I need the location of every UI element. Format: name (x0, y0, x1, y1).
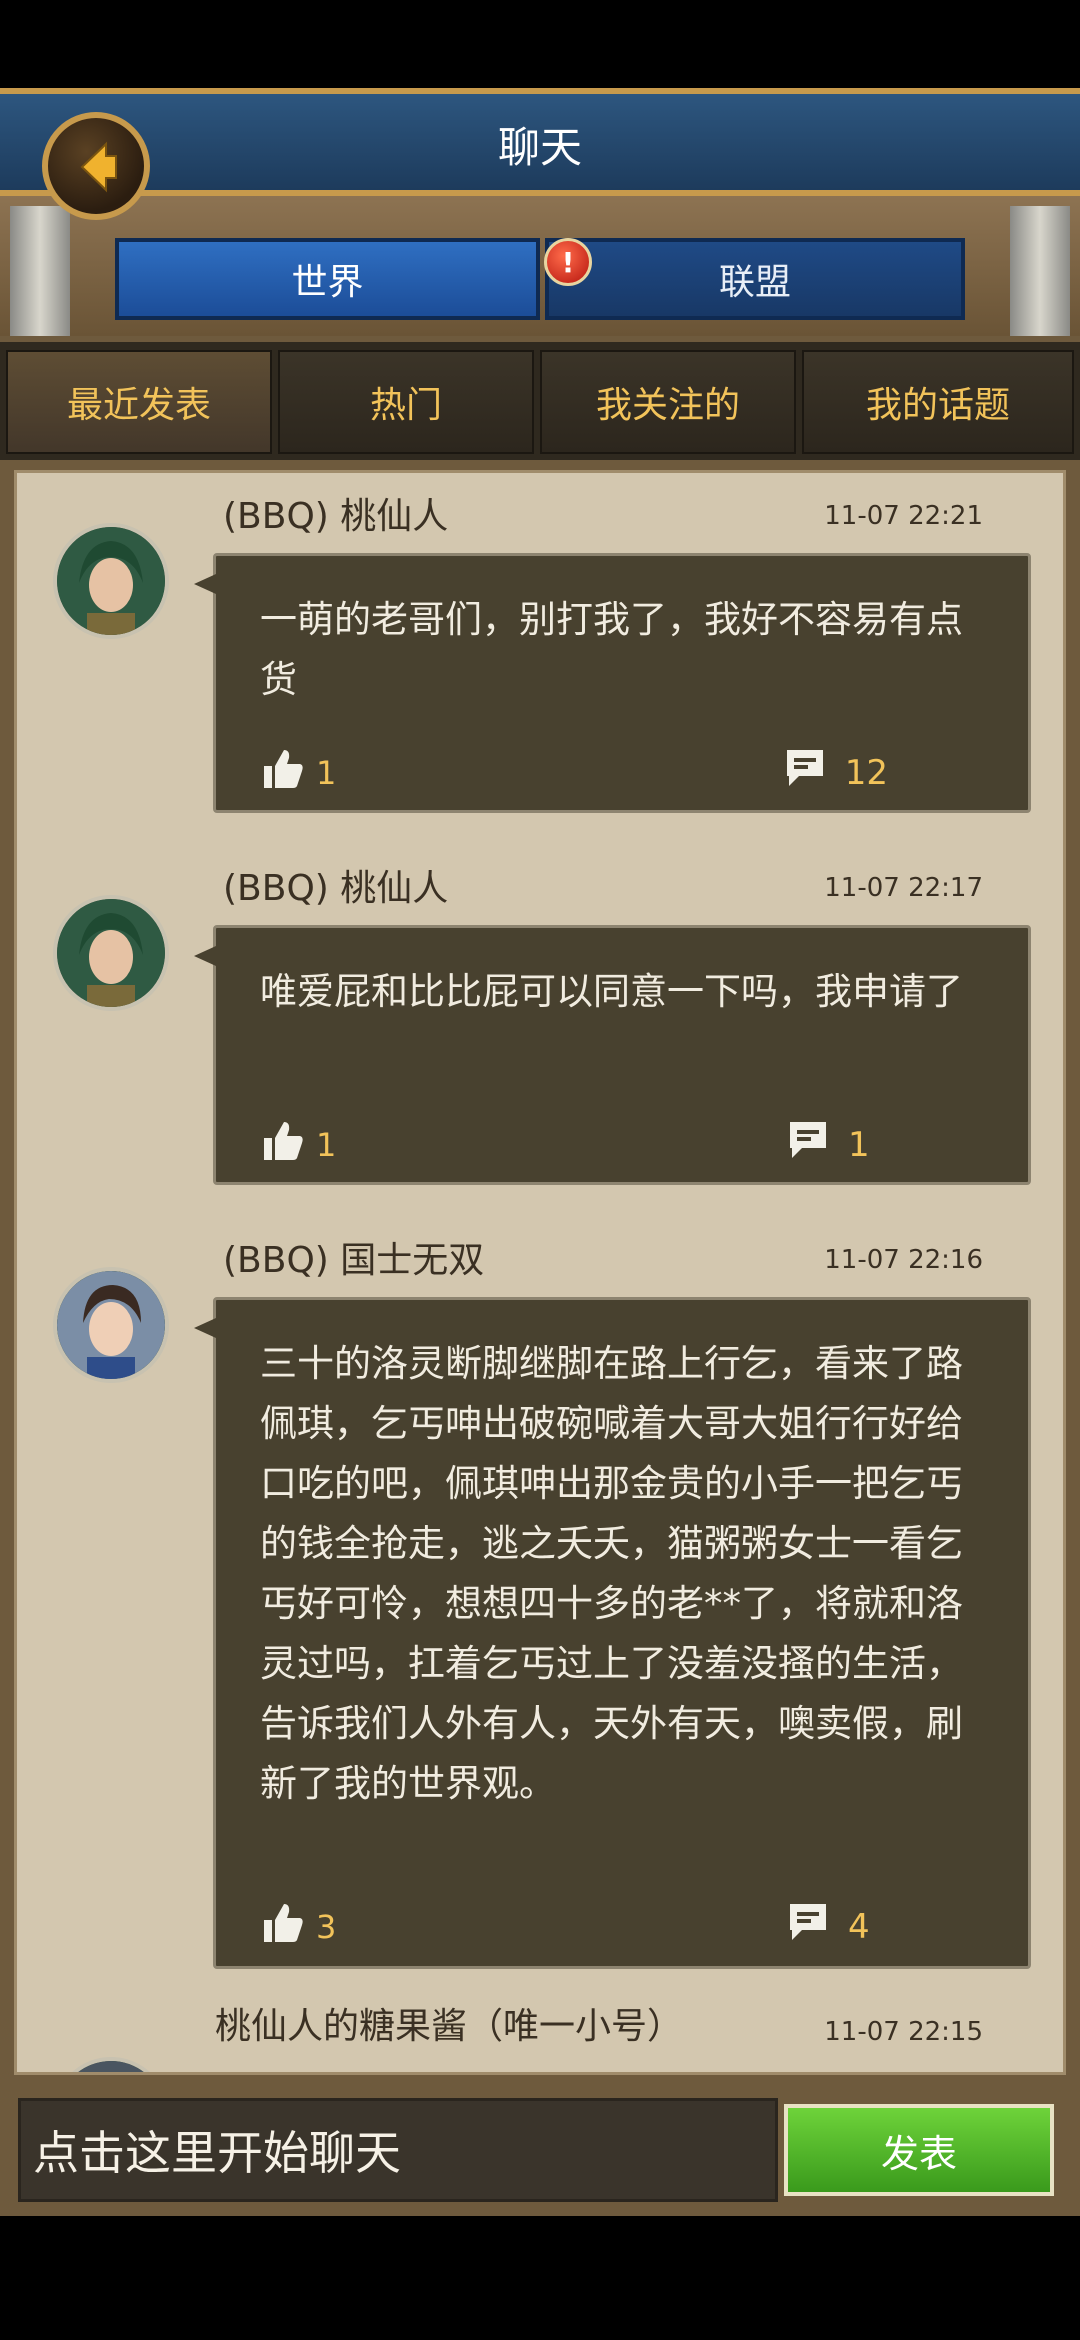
tab-hot[interactable]: 热门 (278, 350, 534, 454)
comment-count: 4 (848, 1906, 870, 1947)
like-button[interactable]: 1 (260, 1118, 336, 1172)
author-name: (BBQ) 桃仙人 (223, 868, 449, 909)
tab-my-topics[interactable]: 我的话题 (802, 350, 1074, 454)
chat-window: 聊天 世界 联盟 ! 最近发表 热门 我关注的 我的话题 (BBQ) 桃仙人 1… (0, 88, 1080, 2216)
post-time: 11-07 22:15 (824, 2017, 983, 2047)
comment-icon (786, 1900, 830, 1953)
avatar[interactable] (53, 895, 169, 1011)
comment-icon (783, 746, 827, 799)
like-count: 1 (316, 1126, 337, 1164)
comment-icon (786, 1118, 830, 1171)
header-bar: 聊天 (0, 88, 1080, 196)
author-name: 桃仙人的糖果酱（唯一小号） (215, 2006, 684, 2047)
like-count: 3 (316, 1908, 337, 1946)
send-button[interactable]: 发表 (784, 2104, 1054, 2196)
post-time: 11-07 22:21 (824, 501, 983, 531)
comment-button[interactable]: 1 (786, 1118, 888, 1171)
author-name: (BBQ) 桃仙人 (223, 496, 449, 537)
thumbs-up-icon (260, 1900, 306, 1954)
chat-input[interactable]: 点击这里开始聊天 (18, 2098, 778, 2202)
post-bubble[interactable]: 三十的洛灵断脚继脚在路上行乞，看来了路佩琪，乞丐呻出破碗喊着大哥大姐行行好给口吃… (194, 1297, 1031, 1969)
comment-button[interactable]: 4 (786, 1900, 888, 1953)
post-text: 唯爱屁和比比屁可以同意一下吗，我申请了 (260, 970, 963, 1013)
comment-count: 12 (844, 752, 888, 793)
post-time: 11-07 22:16 (824, 1245, 983, 1275)
like-count: 1 (316, 754, 337, 792)
avatar[interactable] (53, 1267, 169, 1383)
comment-count: 1 (848, 1124, 870, 1165)
comment-button[interactable]: 12 (783, 746, 888, 799)
like-button[interactable]: 3 (260, 1900, 336, 1954)
pillar-right-decoration (1010, 206, 1070, 336)
alert-badge-icon: ! (544, 238, 592, 286)
tab-recent[interactable]: 最近发表 (6, 350, 272, 454)
author-name: (BBQ) 国士无双 (223, 1240, 485, 1281)
thumbs-up-icon (260, 746, 306, 800)
thumbs-up-icon (260, 1118, 306, 1172)
back-button[interactable] (42, 112, 150, 220)
post-bubble[interactable]: 唯爱屁和比比屁可以同意一下吗，我申请了 1 1 (194, 925, 1031, 1185)
post-text: 三十的洛灵断脚继脚在路上行乞，看来了路佩琪，乞丐呻出破碗喊着大哥大姐行行好给口吃… (260, 1342, 963, 1805)
avatar[interactable] (53, 2057, 169, 2072)
page-title: 聊天 (497, 123, 582, 172)
tab-following[interactable]: 我关注的 (540, 350, 796, 454)
avatar[interactable] (53, 523, 169, 639)
tab-alliance[interactable]: 联盟 (545, 238, 965, 320)
like-button[interactable]: 1 (260, 746, 336, 800)
tab-world[interactable]: 世界 (115, 238, 540, 320)
post-list[interactable]: (BBQ) 桃仙人 11-07 22:21 一萌的老哥们，别打我了，我好不容易有… (14, 470, 1066, 2075)
post-text: 一萌的老哥们，别打我了，我好不容易有点货 (260, 598, 963, 701)
post-bubble[interactable]: 一萌的老哥们，别打我了，我好不容易有点货 1 12 (194, 553, 1031, 813)
pillar-left-decoration (10, 206, 70, 336)
post-time: 11-07 22:17 (824, 873, 983, 903)
